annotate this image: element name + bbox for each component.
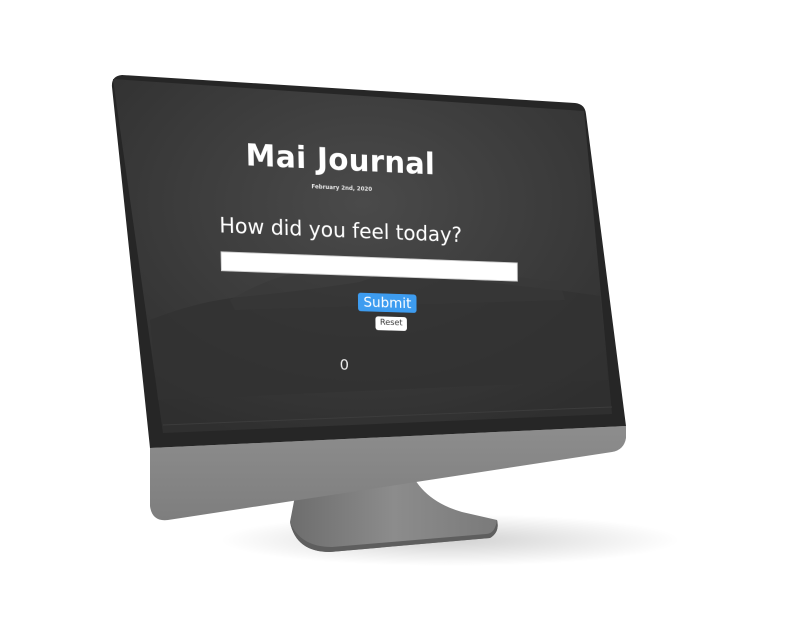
entry-count: 0	[120, 350, 556, 378]
stage: Mai Journal February 2nd, 2020 How did y…	[0, 0, 806, 625]
journal-screen: Mai Journal February 2nd, 2020 How did y…	[114, 80, 557, 396]
journal-entry-input[interactable]	[221, 251, 518, 281]
submit-button[interactable]: Submit	[358, 293, 417, 313]
reset-button[interactable]: Reset	[375, 316, 407, 331]
journal-prompt: How did you feel today?	[117, 210, 556, 251]
